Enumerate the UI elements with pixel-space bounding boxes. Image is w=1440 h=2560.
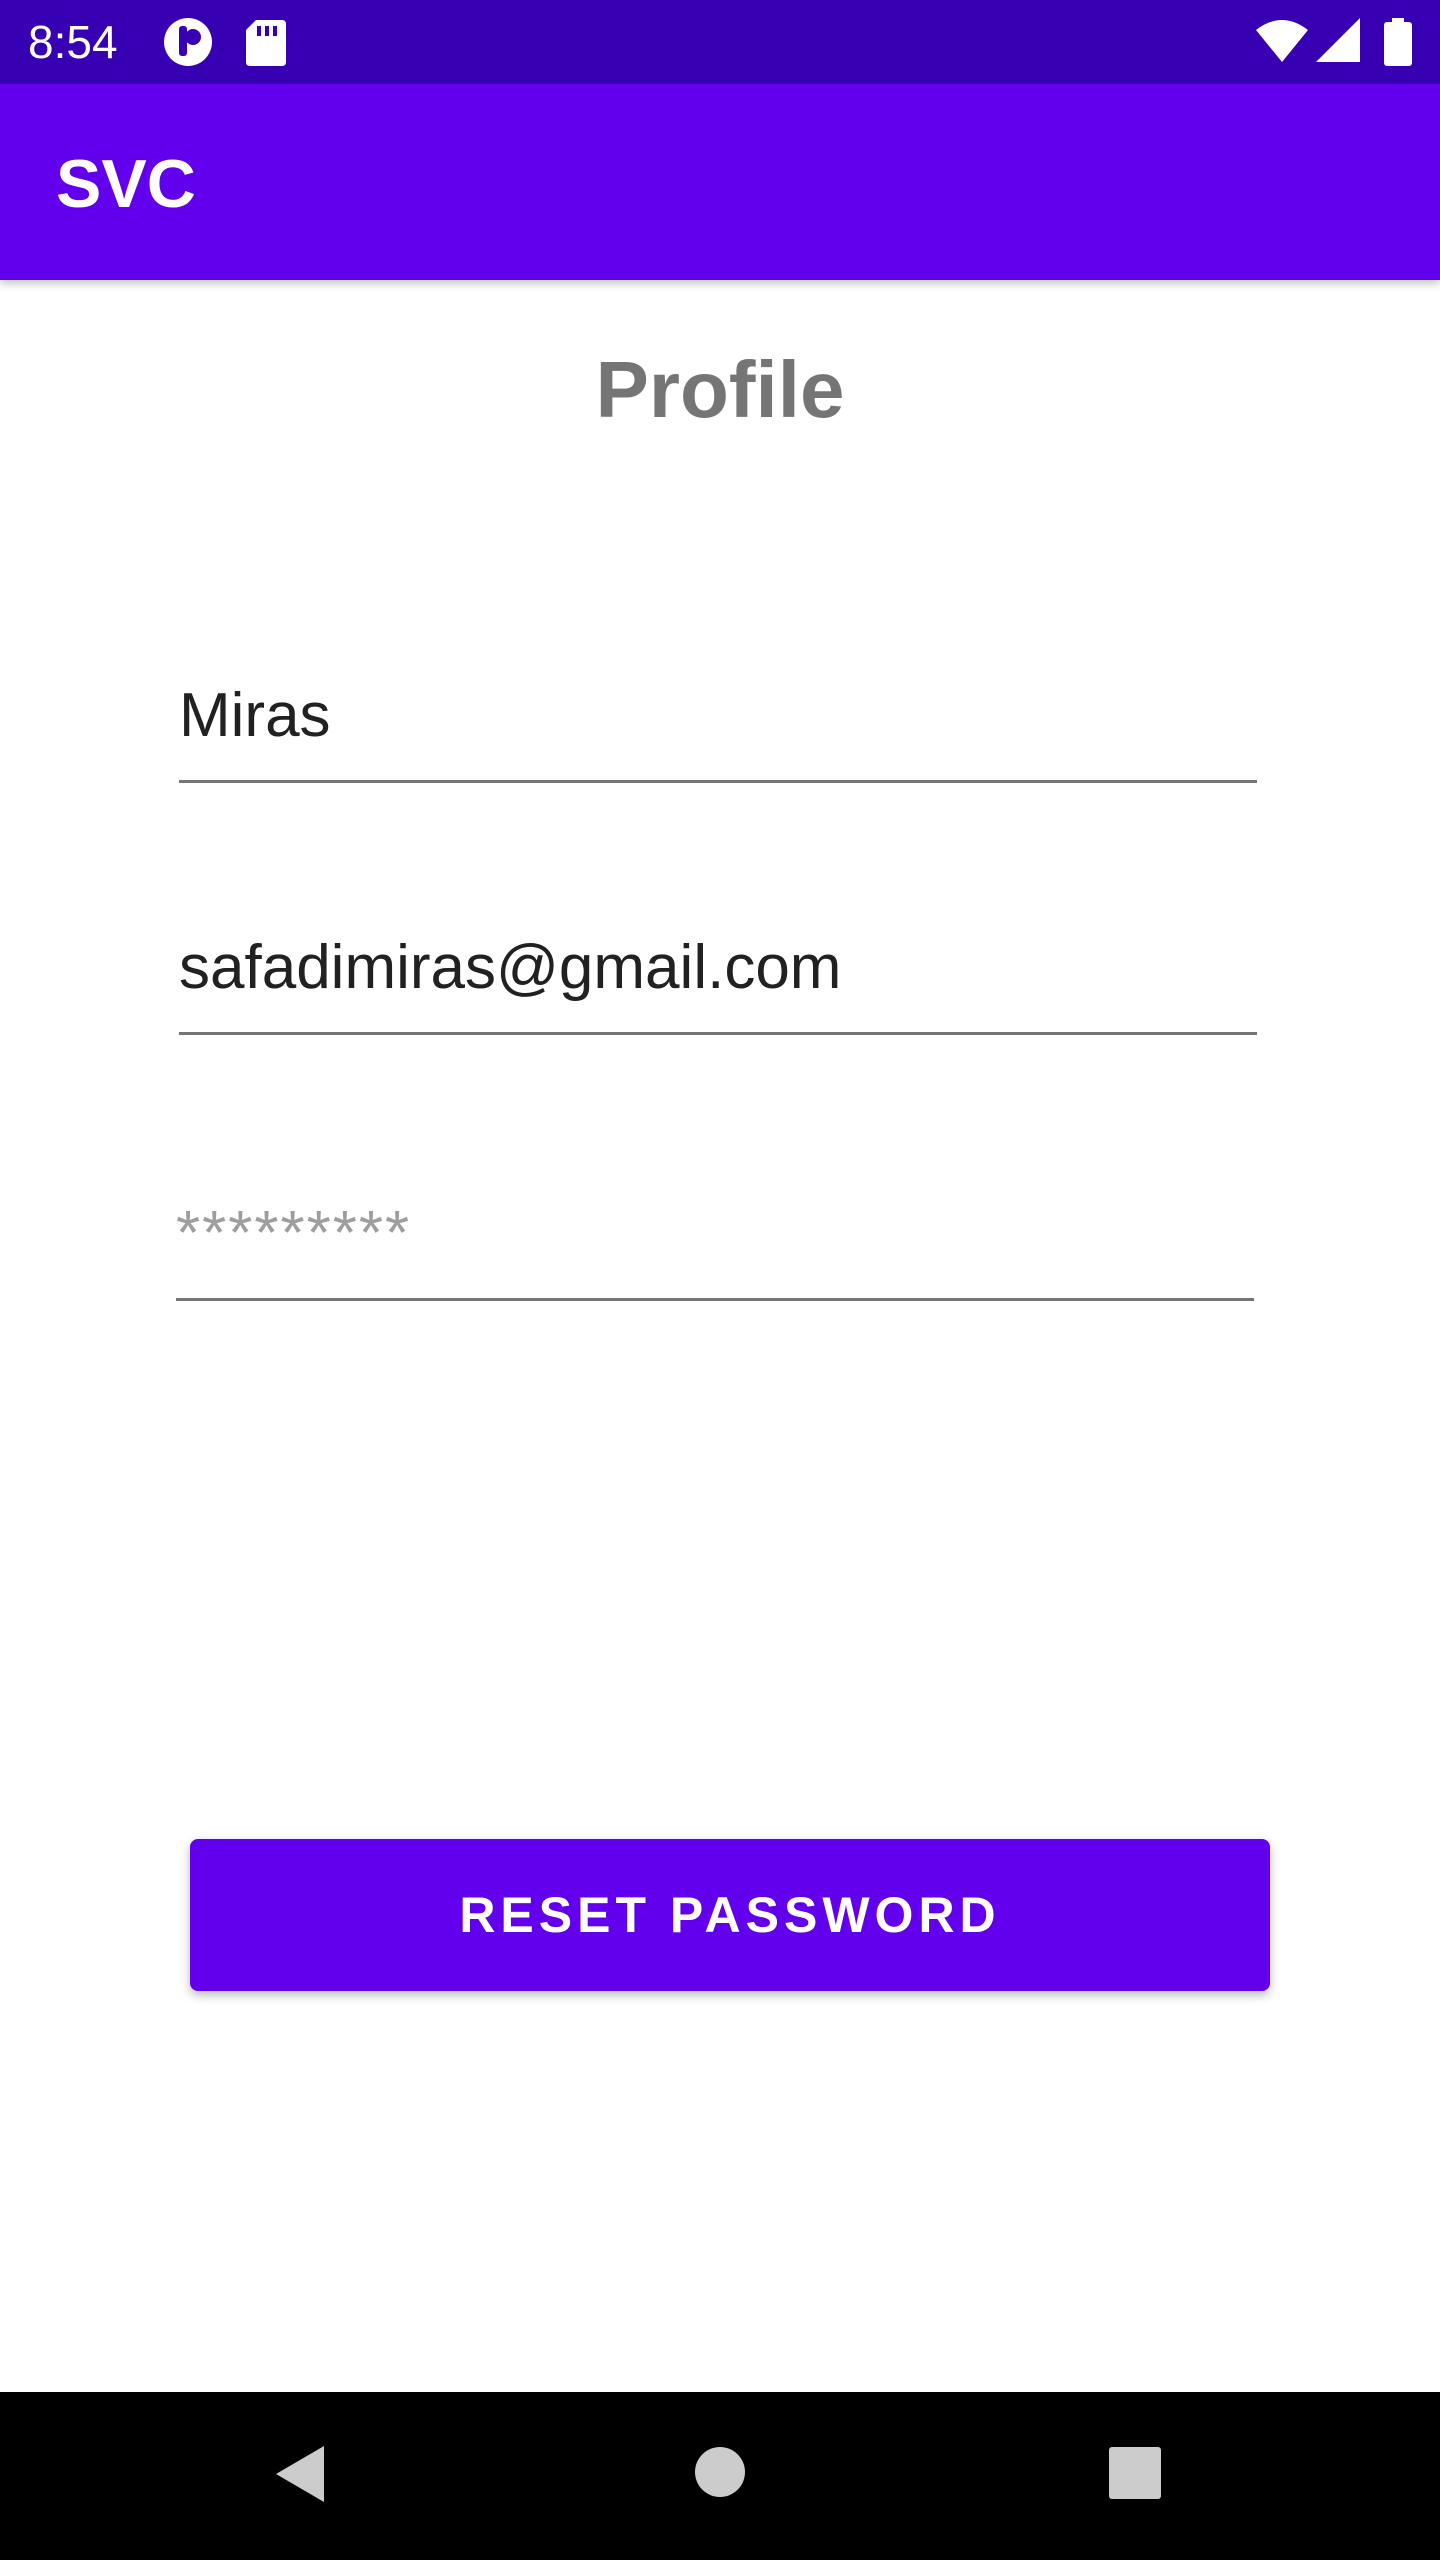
app-title: SVC [56,146,196,222]
name-field[interactable]: Miras [179,676,1257,783]
page-title: Profile [595,345,845,434]
password-field-placeholder: ********* [176,1199,412,1268]
recents-icon[interactable] [1108,2446,1162,2505]
status-time: 8:54 [28,16,118,68]
notification-app-icon [162,16,214,68]
status-bar: 8:54 [0,0,1440,84]
navigation-bar [0,2392,1440,2560]
password-field[interactable]: ********* [176,1194,1254,1301]
sd-card-icon [244,16,296,68]
back-icon[interactable] [272,2444,328,2509]
cell-signal-icon [1314,16,1362,68]
home-icon[interactable] [694,2446,746,2503]
reset-password-button[interactable]: RESET PASSWORD [190,1839,1270,1991]
email-field-value: safadimiras@gmail.com [179,933,842,1002]
email-field[interactable]: safadimiras@gmail.com [179,928,1257,1035]
reset-password-label: RESET PASSWORD [459,1887,1001,1943]
name-field-value: Miras [179,681,331,750]
battery-icon [1384,18,1412,70]
app-bar: SVC [0,84,1440,280]
wifi-icon [1254,16,1310,68]
